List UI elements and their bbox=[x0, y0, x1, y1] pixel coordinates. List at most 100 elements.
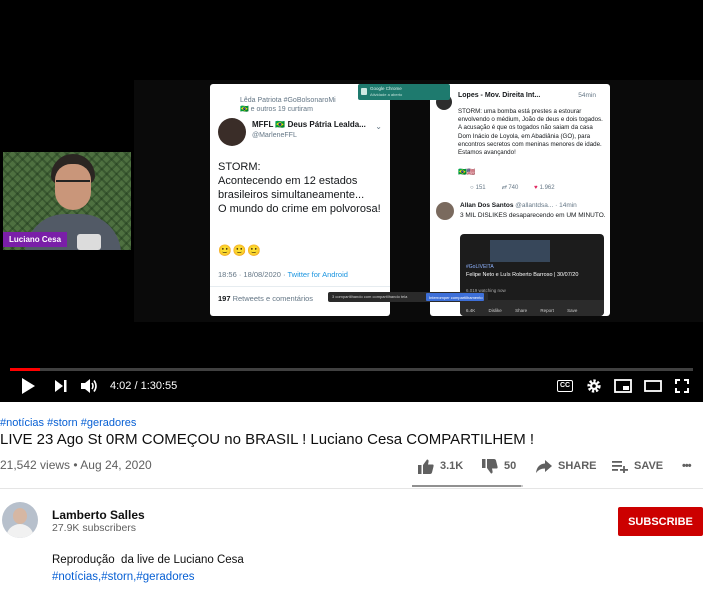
volume-icon bbox=[81, 379, 97, 393]
theater-button[interactable] bbox=[643, 377, 663, 395]
miniplayer-button[interactable] bbox=[614, 377, 632, 395]
like-count: 3.1K bbox=[440, 460, 464, 472]
embedded-video-title: Felipe Neto e Luís Roberto Barroso | 30/… bbox=[466, 272, 579, 278]
screen-share-bar: 3 compartilhando com compartilhando tela… bbox=[328, 292, 488, 302]
tweet-card-right: Lopes - Mov. Direita Int... 54min STORM:… bbox=[430, 84, 610, 316]
presenter-glasses bbox=[56, 180, 90, 186]
dislike-button[interactable]: 50 bbox=[482, 457, 516, 475]
retweet-icon: ⇄ bbox=[501, 185, 507, 191]
theater-icon bbox=[644, 380, 662, 392]
video-title: LIVE 23 Ago St 0RM COMEÇOU no BRASIL ! L… bbox=[0, 431, 535, 448]
tweet-like-count: 1.962 bbox=[539, 185, 555, 191]
tweet-source: Twitter for Android bbox=[287, 270, 348, 279]
play-button[interactable] bbox=[18, 377, 38, 395]
settings-icon bbox=[587, 379, 601, 393]
tweet-emoji: 🙂🙂🙂 bbox=[218, 245, 263, 257]
tweet-liked-line2: 🇧🇷 e outros 19 curtiram bbox=[240, 106, 313, 113]
tweet-body: STORM: Acontecendo em 12 estados brasile… bbox=[218, 161, 381, 215]
save-label: SAVE bbox=[634, 460, 664, 472]
chrome-notification: Google Chrome Atividade a aberto bbox=[358, 84, 450, 100]
embedded-video: #GoLIVEITA Felipe Neto e Luís Roberto Ba… bbox=[460, 234, 604, 316]
tweet-retweet-count: 740 bbox=[508, 185, 519, 191]
tweet-reply-count: 151 bbox=[475, 185, 486, 191]
embedded-video-actions: 6.4K Dislike Share Report Save bbox=[460, 300, 604, 316]
heart-icon: ♥ bbox=[534, 185, 538, 191]
presenter-face bbox=[55, 164, 91, 210]
more-horizontal-icon: ••• bbox=[682, 460, 692, 472]
captions-button[interactable]: CC bbox=[556, 377, 574, 395]
fullscreen-icon bbox=[675, 379, 689, 393]
video-player[interactable]: Lêda Patriota #GoBolsonaroMi 🇧🇷 e outros… bbox=[0, 0, 703, 402]
share-button[interactable]: SHARE bbox=[536, 457, 597, 475]
presenter-name-tag: Luciano Cesa bbox=[3, 232, 68, 247]
tweet-flags: 🇧🇷🇺🇸 bbox=[458, 169, 476, 176]
description-hashtags[interactable]: #notícias,#storn,#geradores bbox=[52, 571, 195, 583]
view-count: 21,542 views bbox=[0, 458, 71, 472]
tweet-time-text: 18:56 · 18/08/2020 · bbox=[218, 270, 288, 279]
reply-author: Allan Dos Santos @allantdsa... · 14min bbox=[460, 202, 577, 209]
next-button[interactable] bbox=[52, 377, 70, 395]
progress-bar[interactable] bbox=[10, 368, 693, 371]
microphone bbox=[77, 234, 101, 250]
tweet-divider bbox=[210, 286, 390, 287]
play-icon bbox=[22, 378, 35, 394]
subscriber-count: 27.9K subscribers bbox=[52, 522, 137, 534]
embedded-action: Save bbox=[567, 308, 578, 313]
captions-icon: CC bbox=[556, 380, 574, 392]
video-description: Reprodução da live de Luciano Cesa bbox=[52, 554, 244, 566]
channel-name[interactable]: Lamberto Salles bbox=[52, 508, 145, 522]
dislike-count: 50 bbox=[504, 460, 517, 472]
channel-avatar[interactable] bbox=[2, 502, 38, 538]
tweet-card-left: Lêda Patriota #GoBolsonaroMi 🇧🇷 e outros… bbox=[210, 84, 390, 316]
thumbs-up-icon bbox=[418, 459, 434, 474]
tweet-author-handle: @MarleneFFL bbox=[252, 132, 297, 139]
embedded-action: 6.4K bbox=[466, 308, 476, 313]
fullscreen-button[interactable] bbox=[673, 377, 691, 395]
shared-screen: Lêda Patriota #GoBolsonaroMi 🇧🇷 e outros… bbox=[134, 80, 703, 322]
chrome-icon bbox=[361, 88, 367, 95]
upload-date: Aug 24, 2020 bbox=[80, 458, 152, 472]
time-display: 4:02 / 1:30:55 bbox=[110, 380, 178, 392]
reply-icon: ○ bbox=[470, 185, 474, 191]
embedded-action: Share bbox=[515, 308, 528, 313]
volume-button[interactable] bbox=[80, 377, 100, 395]
avatar-body bbox=[6, 524, 34, 538]
like-ratio-fill bbox=[412, 485, 522, 487]
embedded-video-tag: #GoLIVEITA bbox=[466, 264, 494, 270]
views-and-date: 21,542 views • Aug 24, 2020 bbox=[0, 458, 152, 472]
video-hashtags[interactable]: #notícias #storn #geradores bbox=[0, 417, 136, 429]
tweet-author-name: Lopes - Mov. Direita Int... bbox=[458, 92, 541, 99]
tweet-time: 54min bbox=[578, 92, 596, 99]
like-ratio-bar bbox=[412, 485, 523, 487]
embedded-action: Report bbox=[540, 308, 554, 313]
screen-share-text: 3 compartilhando com compartilhando tela bbox=[332, 294, 408, 299]
tweet-liked-by: Lêda Patriota #GoBolsonaroMi 🇧🇷 e outros… bbox=[240, 96, 336, 114]
stop-sharing-button: Interromper compartilhamento bbox=[426, 293, 484, 301]
tweet-author-name: MFFL 🇧🇷 Deus Pátria Lealda... bbox=[252, 120, 366, 129]
like-button[interactable]: 3.1K bbox=[418, 457, 463, 475]
more-actions-button[interactable]: ••• bbox=[682, 457, 692, 475]
tweet-liked-line1: Lêda Patriota #GoBolsonaroMi bbox=[240, 97, 336, 104]
embedded-action: Dislike bbox=[488, 308, 502, 313]
share-icon bbox=[536, 459, 552, 473]
tweet-avatar bbox=[218, 118, 246, 146]
miniplayer-icon bbox=[614, 379, 632, 393]
views-date-separator: • bbox=[70, 458, 81, 472]
playlist-add-icon bbox=[612, 460, 628, 473]
avatar-head bbox=[13, 508, 27, 524]
reply-avatar bbox=[436, 202, 454, 220]
progress-played bbox=[10, 368, 41, 371]
tweet-actions: ○ 151 ⇄ 740 ♥ 1.962 bbox=[470, 184, 569, 191]
reply-body: 3 MIL DISLIKES desaparecendo em UM MINUT… bbox=[460, 212, 606, 219]
share-label: SHARE bbox=[558, 460, 597, 472]
save-button[interactable]: SAVE bbox=[612, 457, 663, 475]
notification-text: Atividade a aberto bbox=[370, 92, 403, 97]
reply-author-handle: @allantdsa... · 14min bbox=[513, 202, 577, 209]
tweet-retweet-label: Retweets e comentários bbox=[230, 294, 314, 303]
embedded-video-thumbnail bbox=[490, 240, 550, 262]
thumbs-down-icon bbox=[482, 458, 498, 473]
settings-button[interactable] bbox=[585, 377, 603, 395]
subscribe-button[interactable]: SUBSCRIBE bbox=[618, 507, 703, 536]
tweet-body: STORM: uma bomba está prestes a estourar… bbox=[458, 108, 603, 157]
section-divider bbox=[0, 488, 703, 489]
